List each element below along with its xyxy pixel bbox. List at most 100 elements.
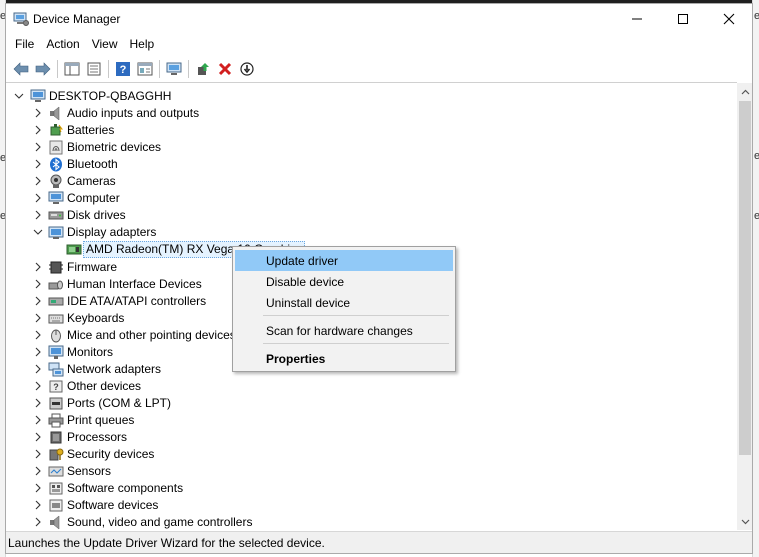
tree-category-other[interactable]: ? Other devices [6,378,737,395]
tree-category-batteries[interactable]: Batteries [6,122,737,139]
tree-category-audio[interactable]: Audio inputs and outputs [6,105,737,122]
scroll-down-button[interactable] [737,513,752,530]
menu-action[interactable]: Action [40,34,85,56]
hid-icon [48,280,63,290]
tree-category-computer[interactable]: Computer [6,190,737,207]
monitor-icon [48,345,64,359]
chevron-right-icon[interactable] [33,364,43,374]
chevron-right-icon[interactable] [33,159,43,169]
close-button[interactable] [706,4,752,34]
chevron-right-icon[interactable] [33,125,43,135]
view-button[interactable] [134,58,156,80]
tree-category-bluetooth[interactable]: Bluetooth [6,156,737,173]
chevron-right-icon[interactable] [33,415,43,425]
disk-drive-icon [48,211,64,220]
tree-category-label: Software devices [67,498,159,512]
chevron-right-icon[interactable] [33,279,43,289]
menu-help[interactable]: Help [124,34,161,56]
minimize-button[interactable] [614,4,660,34]
chevron-right-icon[interactable] [33,313,43,323]
chevron-down-icon[interactable] [33,227,43,237]
chevron-right-icon[interactable] [33,347,43,357]
tree-category-sound[interactable]: Sound, video and game controllers [6,514,737,530]
bluetooth-icon [50,157,62,172]
port-icon [49,397,63,410]
chevron-right-icon[interactable] [33,449,43,459]
tree-category-label: Other devices [67,379,142,393]
chevron-right-icon[interactable] [33,517,43,527]
svg-text:?: ? [53,382,59,392]
menu-item-properties[interactable]: Properties [235,348,453,369]
properties-button[interactable] [83,58,105,80]
close-icon [723,13,735,25]
chevron-right-icon[interactable] [33,210,43,220]
menu-view[interactable]: View [86,34,124,56]
help-button[interactable]: ? [112,58,134,80]
battery-icon [50,124,63,136]
menu-file[interactable]: File [9,34,40,56]
chevron-right-icon[interactable] [33,483,43,493]
tree-category-software-devices[interactable]: Software devices [6,497,737,514]
chevron-right-icon[interactable] [33,466,43,476]
tree-category-label: Mice and other pointing devices [67,328,236,342]
help-icon: ? [116,62,130,76]
chevron-right-icon[interactable] [33,193,43,203]
tree-category-software-components[interactable]: Software components [6,480,737,497]
tree-root-row[interactable]: DESKTOP-QBAGGHH [6,88,737,105]
disable-device-button[interactable] [236,58,258,80]
show-hide-console-tree-icon [64,62,80,76]
computer-icon [48,191,64,204]
chevron-right-icon[interactable] [33,330,43,340]
graphics-card-icon [66,244,82,255]
scan-hardware-button[interactable] [163,58,185,80]
scrollbar-thumb[interactable] [739,101,751,455]
computer-icon [30,89,46,102]
chevron-right-icon[interactable] [33,176,43,186]
chevron-right-icon[interactable] [33,108,43,118]
chevron-right-icon[interactable] [33,296,43,306]
scroll-up-button[interactable] [737,83,752,100]
tree-category-cameras[interactable]: Cameras [6,173,737,190]
menu-item-uninstall-device[interactable]: Uninstall device [235,292,453,313]
speaker-icon [50,106,60,121]
title-bar[interactable]: Device Manager [6,4,752,34]
tree-category-ports[interactable]: Ports (COM & LPT) [6,395,737,412]
vertical-scrollbar[interactable] [737,83,752,530]
chevron-right-icon[interactable] [33,432,43,442]
chevron-right-icon[interactable] [33,381,43,391]
mouse-icon [51,329,61,343]
menu-separator [263,315,449,316]
disable-device-icon [240,62,254,76]
tree-category-disk-drives[interactable]: Disk drives [6,207,737,224]
tree-category-label: Processors [67,430,128,444]
tree-category-label: Display adapters [67,225,157,239]
chevron-right-icon[interactable] [33,262,43,272]
show-hide-console-tree-button[interactable] [61,58,83,80]
chevron-right-icon[interactable] [33,500,43,510]
tree-category-label: IDE ATA/ATAPI controllers [67,294,207,308]
tree-category-sensors[interactable]: Sensors [6,463,737,480]
back-button[interactable] [10,58,32,80]
tree-category-security[interactable]: Security devices [6,446,737,463]
chevron-right-icon[interactable] [33,142,43,152]
tree-category-biometric[interactable]: Biometric devices [6,139,737,156]
scan-hardware-icon [166,62,182,75]
chevron-right-icon[interactable] [33,398,43,408]
update-driver-button[interactable] [192,58,214,80]
minimize-icon [632,18,642,20]
maximize-button[interactable] [660,4,706,34]
menu-item-disable-device[interactable]: Disable device [235,271,453,292]
tree-category-display-adapters[interactable]: Display adapters [6,224,737,241]
forward-button[interactable] [32,58,54,80]
tree-category-processors[interactable]: Processors [6,429,737,446]
camera-icon [50,174,62,188]
uninstall-button[interactable] [214,58,236,80]
menu-item-update-driver[interactable]: Update driver [235,250,453,271]
chevron-down-icon[interactable] [14,91,24,101]
tree-category-print-queues[interactable]: Print queues [6,412,737,429]
menu-item-scan-hardware[interactable]: Scan for hardware changes [235,320,453,341]
forward-arrow-icon [35,62,51,76]
tree-category-label: Software components [67,481,184,495]
processor-icon [50,431,62,444]
keyboard-icon [48,314,64,324]
